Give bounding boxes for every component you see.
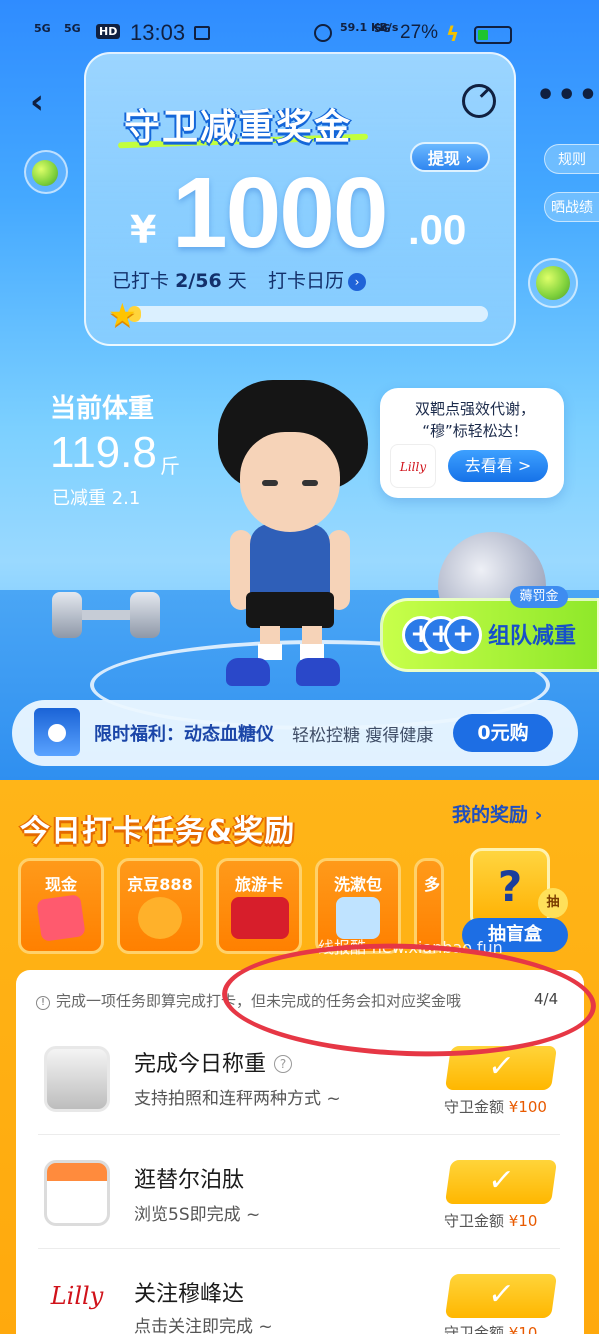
checkin-count: 2/56 [175,270,222,292]
current-weight-title: 当前体重 [50,394,155,424]
task-3-name: 关注穆峰达 [134,1282,245,1307]
signal-1-icon: 5G [34,22,51,35]
my-rewards-link[interactable]: 我的奖励 › [452,800,542,827]
checkin-prefix: 已打卡 [112,270,170,292]
bonus-cents: .00 [408,206,467,253]
checkin-progress-bar [128,306,488,322]
promo-line-1: 双靶点强效代谢， [414,400,535,418]
task-3-reward: 守卫金额 ¥10 [444,1322,537,1334]
task-2-done-button[interactable]: ✓ [444,1160,558,1204]
travel-card-icon [231,897,289,939]
promo-line-2: “穆”标轻松达！ [422,422,528,440]
draw-tag: 抽 [538,888,568,918]
tasks-title: 今日打卡任务&奖励 [20,814,296,849]
blind-box-icon[interactable]: ? [470,848,550,928]
lilly-logo: Lilly [390,444,436,488]
task-1-desc: 支持拍照和连秤两种方式 ~ [134,1089,341,1109]
banner-title: 限时福利：动态血糖仪 [94,724,274,745]
red-envelope-icon [36,894,86,942]
alarm-icon [314,24,332,42]
bubble [528,258,578,308]
checkin-status: 已打卡 2/56 天 [112,266,247,293]
task-2-desc: 浏览5S即完成 ~ [134,1205,261,1225]
task-2-reward: 守卫金额 ¥10 [444,1210,537,1231]
weight-lost: 已减重 2.1 [52,488,141,509]
reward-label: 旅游卡 [234,875,283,894]
store-icon [44,1160,110,1226]
chevron-right-icon: › [348,273,367,291]
team-label: 组队减重 [488,624,577,649]
star-icon: ★ [108,296,137,334]
task-1-name: 完成今日称重 [134,1052,267,1077]
toiletry-bag-icon [336,897,380,939]
weight-unit: 斤 [160,454,180,478]
reward-value: ¥100 [508,1098,547,1116]
go-see-button[interactable]: 去看看 > [448,450,548,482]
share-icon[interactable] [462,84,496,118]
signal-2-icon: 5G [64,22,81,35]
dumbbell-icon [50,590,160,640]
battery-icon [474,26,512,44]
zero-yuan-buy-button[interactable]: 0元购 [453,714,553,752]
add-member-icon[interactable]: + [444,616,482,654]
info-icon: ! [36,996,50,1010]
charging-icon: ϟ [446,22,460,46]
back-button[interactable]: ‹ [30,82,44,122]
checkin-calendar-link[interactable]: 打卡日历 › [268,266,367,293]
calendar-label: 打卡日历 [268,270,345,292]
avatar-character[interactable] [210,380,370,700]
card-title: 守卫减重奖金 [124,107,353,148]
task-1-reward: 守卫金额 ¥100 [444,1096,547,1117]
hd-badge: HD [96,24,121,39]
task-3-desc: 点击关注即完成 ~ [134,1317,273,1334]
rules-button[interactable]: 规则 [544,144,599,174]
clock: 13:03 [130,20,186,45]
checkin-suffix: 天 [227,270,247,292]
share-results-button[interactable]: 晒战绩 [544,192,599,222]
notification-icon [194,26,210,40]
banner-subtitle: 轻松控糖 瘦得健康 [292,726,434,746]
current-weight-value: 119.8 [50,428,157,477]
reward-label: 守卫金额 [444,1098,505,1116]
penalty-badge: 薅罚金 [510,586,568,608]
currency-symbol: ¥ [130,208,157,252]
beans-icon [138,897,182,939]
reward-tile-jingdou[interactable]: 京豆888 [117,858,203,954]
reward-tile-travel[interactable]: 旅游卡 [216,858,302,954]
divider [38,1134,560,1135]
task-2-name: 逛替尔泊肽 [134,1168,245,1193]
lilly-icon: Lilly [44,1276,110,1334]
glucose-meter-icon [34,708,80,756]
task-3-done-button[interactable]: ✓ [444,1274,558,1318]
reward-value: ¥10 [508,1212,538,1230]
reward-label: 守卫金额 [444,1324,505,1334]
reward-label: 多 [423,875,440,894]
more-button[interactable]: ••• [536,78,599,113]
net-type: 5G [374,22,391,35]
help-icon[interactable]: ? [274,1055,293,1073]
reward-label: 现金 [44,875,77,894]
withdraw-button[interactable]: 提现 › [410,142,490,172]
promo-text: 双靶点强效代谢， “穆”标轻松达！ [392,398,558,442]
scale-icon [44,1046,110,1112]
reward-label: 洗漱包 [333,875,382,894]
bonus-amount: 1000 [172,157,388,269]
divider [38,1248,560,1249]
bubble [24,150,68,194]
battery-percent: 27% [400,22,439,43]
reward-value: ¥10 [508,1324,538,1334]
reward-label: 守卫金额 [444,1212,505,1230]
reward-label: 京豆888 [127,875,193,894]
task-name: 完成今日称重? [134,1046,293,1078]
reward-tile-cash[interactable]: 现金 [18,858,104,954]
